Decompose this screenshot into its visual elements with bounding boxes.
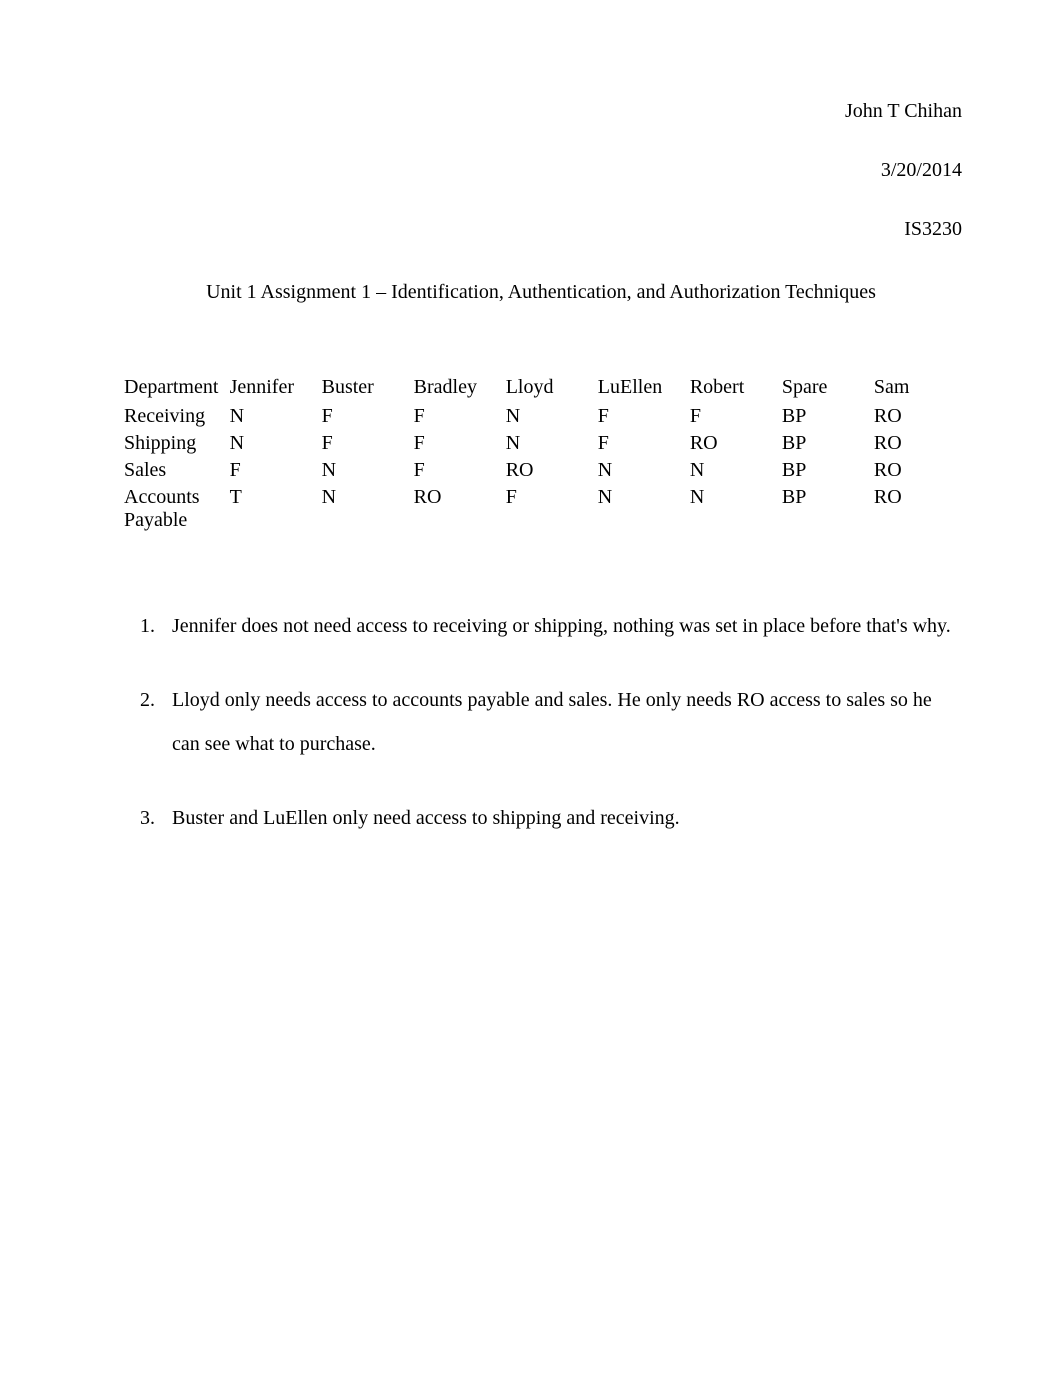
cell: F	[410, 430, 502, 457]
cell: F	[686, 403, 778, 430]
document-date: 3/20/2014	[120, 159, 962, 182]
access-table: Department Jennifer Buster Bradley Lloyd…	[120, 374, 962, 534]
cell: RO	[502, 457, 594, 484]
table-header-row: Department Jennifer Buster Bradley Lloyd…	[120, 374, 962, 403]
table-row: Accounts Payable T N RO F N N BP RO	[120, 484, 962, 534]
cell: BP	[778, 484, 870, 534]
cell: RO	[870, 484, 962, 534]
col-header: LuEllen	[594, 374, 686, 403]
cell: F	[594, 430, 686, 457]
cell: RO	[870, 430, 962, 457]
note-item: Buster and LuEllen only need access to s…	[160, 796, 962, 840]
cell: N	[502, 430, 594, 457]
cell: N	[686, 484, 778, 534]
note-item: Jennifer does not need access to receivi…	[160, 604, 962, 648]
table-row: Sales F N F RO N N BP RO	[120, 457, 962, 484]
cell: N	[594, 484, 686, 534]
cell: N	[318, 484, 410, 534]
col-header: Bradley	[410, 374, 502, 403]
cell: BP	[778, 430, 870, 457]
col-header: Department	[120, 374, 226, 403]
cell: RO	[870, 457, 962, 484]
col-header: Spare	[778, 374, 870, 403]
cell: RO	[870, 403, 962, 430]
col-header: Robert	[686, 374, 778, 403]
note-item: Lloyd only needs access to accounts paya…	[160, 678, 962, 766]
notes-list: Jennifer does not need access to receivi…	[120, 604, 962, 840]
cell: F	[410, 457, 502, 484]
cell: F	[594, 403, 686, 430]
cell: BP	[778, 403, 870, 430]
row-label: Sales	[120, 457, 226, 484]
table-row: Receiving N F F N F F BP RO	[120, 403, 962, 430]
cell: N	[226, 403, 318, 430]
cell: F	[318, 403, 410, 430]
cell: F	[502, 484, 594, 534]
header-block: John T Chihan 3/20/2014 IS3230	[120, 100, 962, 241]
cell: N	[318, 457, 410, 484]
cell: N	[502, 403, 594, 430]
col-header: Buster	[318, 374, 410, 403]
document-subtitle: Unit 1 Assignment 1 – Identification, Au…	[120, 281, 962, 304]
cell: F	[410, 403, 502, 430]
cell: T	[226, 484, 318, 534]
course-code: IS3230	[120, 218, 962, 241]
table-row: Shipping N F F N F RO BP RO	[120, 430, 962, 457]
col-header: Jennifer	[226, 374, 318, 403]
row-label: Accounts Payable	[120, 484, 226, 534]
cell: N	[594, 457, 686, 484]
cell: RO	[410, 484, 502, 534]
author-name: John T Chihan	[120, 100, 962, 123]
cell: RO	[686, 430, 778, 457]
row-label: Receiving	[120, 403, 226, 430]
cell: N	[226, 430, 318, 457]
cell: BP	[778, 457, 870, 484]
cell: F	[318, 430, 410, 457]
cell: N	[686, 457, 778, 484]
col-header: Lloyd	[502, 374, 594, 403]
cell: F	[226, 457, 318, 484]
access-table-wrap: Department Jennifer Buster Bradley Lloyd…	[120, 374, 962, 534]
col-header: Sam	[870, 374, 962, 403]
row-label: Shipping	[120, 430, 226, 457]
